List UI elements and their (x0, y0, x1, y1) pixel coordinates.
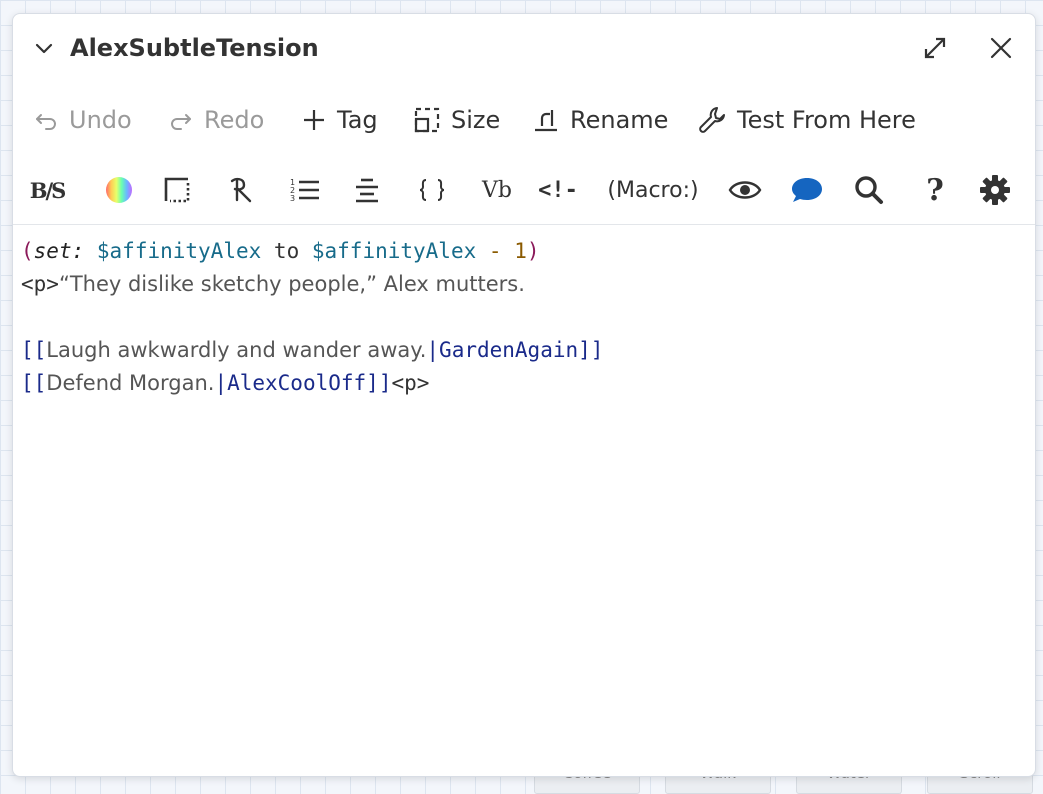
link-close-brackets: ]] (366, 371, 392, 395)
speech-bubble-icon (792, 178, 822, 202)
link-target: GardenAgain (439, 338, 579, 362)
prose-text: “They dislike sketchy people,” Alex mutt… (58, 272, 525, 296)
svg-text:3: 3 (290, 194, 295, 203)
macro-close-paren: ) (526, 239, 540, 263)
bold-strike-button[interactable]: B/S (23, 170, 71, 210)
help-button[interactable]: ? (917, 170, 953, 210)
passage-text-editor[interactable]: (set: $affinityAlex to $affinityAlex - 1… (13, 225, 1035, 776)
code-line-3-empty (21, 301, 1035, 334)
undo-button[interactable]: Undo (33, 102, 132, 138)
maximize-icon (924, 37, 946, 59)
borders-button[interactable] (159, 170, 195, 210)
html-tag: <p> (391, 371, 430, 395)
passage-toolbar: Undo Redo Tag Size Rename Test From Here (13, 102, 1035, 138)
link-open-brackets: [[ (21, 338, 47, 362)
number-literal: 1 (514, 239, 527, 263)
maximize-button[interactable] (921, 34, 949, 62)
settings-button[interactable] (975, 170, 1015, 210)
link-text: Laugh awkwardly and wander away. (46, 338, 427, 362)
redo-label: Redo (204, 106, 265, 134)
colour-button[interactable] (101, 170, 137, 210)
test-from-here-label: Test From Here (737, 106, 916, 134)
numbered-list-icon: 1 2 3 (290, 178, 319, 203)
collapse-button[interactable] (31, 36, 57, 62)
tag-label: Tag (337, 106, 378, 134)
close-button[interactable] (988, 35, 1014, 61)
undo-label: Undo (69, 106, 132, 134)
macro-button[interactable]: (Macro:) (603, 170, 703, 210)
macro-open-paren: ( (21, 239, 34, 263)
special-text-icon (230, 177, 252, 203)
link-target: AlexCoolOff (227, 371, 367, 395)
list-button[interactable]: 1 2 3 (287, 170, 323, 210)
undo-icon (36, 114, 56, 130)
plus-icon (304, 110, 324, 130)
wrench-icon (699, 107, 725, 133)
html-tag: <p> (21, 272, 59, 296)
comment-icon: <!- (538, 177, 578, 203)
chevron-down-icon (35, 43, 53, 54)
minus-operator: - (488, 239, 502, 263)
preview-button[interactable] (725, 170, 765, 210)
code-line-1: (set: $affinityAlex to $affinityAlex - 1… (21, 235, 1035, 268)
test-from-here-button[interactable]: Test From Here (697, 102, 916, 138)
redo-button[interactable]: Redo (168, 102, 264, 138)
verbatim-icon: Vb (482, 177, 512, 203)
size-icon (414, 107, 440, 133)
find-button[interactable] (849, 170, 889, 210)
rename-button[interactable]: Rename (532, 102, 668, 138)
dialog-titlebar: AlexSubtleTension (13, 14, 1035, 84)
variable-name: $affinityAlex (311, 239, 477, 263)
special-text-button[interactable] (223, 170, 263, 210)
size-label: Size (451, 106, 501, 134)
link-separator: | (426, 338, 440, 362)
code-line-5: [[Defend Morgan.|AlexCoolOff]]<p> (21, 367, 1035, 400)
to-keyword: to (273, 239, 300, 263)
eye-icon (728, 181, 762, 199)
close-icon (990, 37, 1012, 59)
passage-edit-dialog: AlexSubtleTension Undo Redo Tag Size Ren… (12, 13, 1036, 777)
rename-icon (535, 110, 557, 132)
borders-icon (164, 177, 190, 203)
bold-strike-icon: B/S (29, 177, 67, 203)
rainbow-color-icon (106, 177, 132, 203)
gear-icon (980, 175, 1010, 205)
link-close-brackets: ]] (578, 338, 604, 362)
macro-label: (Macro:) (607, 177, 699, 203)
verbatim-button[interactable]: Vb (475, 170, 519, 210)
curly-braces-icon (419, 179, 445, 201)
code-line-4: [[Laugh awkwardly and wander away.|Garde… (21, 334, 1035, 367)
collapse-whitespace-button[interactable] (412, 170, 452, 210)
tooltips-button[interactable] (787, 170, 827, 210)
align-center-icon (356, 178, 378, 203)
align-button[interactable] (349, 170, 385, 210)
rename-label: Rename (570, 106, 669, 134)
code-line-2: <p>“They dislike sketchy people,” Alex m… (21, 268, 1035, 301)
comment-button[interactable]: <!- (537, 170, 579, 210)
harlowe-format-toolbar: B/S 1 2 3 Vb <!- (Macro:) ? (13, 162, 1035, 225)
size-button[interactable]: Size (413, 102, 500, 138)
macro-keyword: set: (33, 239, 85, 263)
link-text: Defend Morgan. (46, 371, 215, 395)
link-open-brackets: [[ (21, 371, 47, 395)
dialog-title: AlexSubtleTension (70, 34, 319, 62)
variable-name: $affinityAlex (96, 239, 262, 263)
search-icon (855, 176, 883, 204)
help-icon: ? (926, 172, 944, 208)
link-separator: | (214, 371, 228, 395)
tag-button[interactable]: Tag (301, 102, 378, 138)
redo-icon (171, 114, 191, 130)
